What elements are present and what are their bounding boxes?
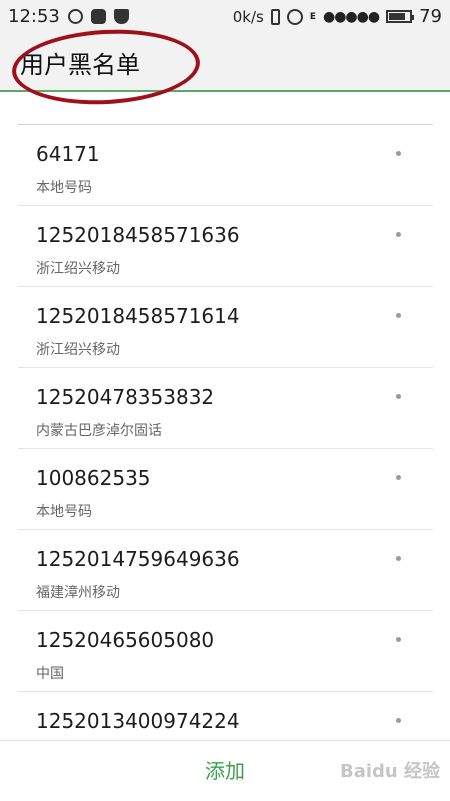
phone-number: 1252018458571636 [36,223,240,247]
q-icon [67,9,83,24]
signal-icon: ●●●●● [323,8,380,25]
phone-number: 1252018458571614 [36,304,240,328]
number-location: 浙江绍兴移动 [36,342,120,358]
data-rate: 0k/s [232,7,264,26]
phone-number: 1252013400974224 [36,709,240,733]
message-icon [90,9,106,24]
phone-number: 100862535 [36,466,151,490]
phone-number: 12520465605080 [36,628,215,652]
list-item[interactable]: 1252014759649636 福建漳州移动 [18,530,433,611]
status-bar: 12:53 0k/s E ●●●●● 79 [0,0,450,33]
watermark: Baidu 经验 [339,761,440,782]
more-dot-icon[interactable] [396,151,401,156]
more-dot-icon[interactable] [396,232,401,237]
bottom-bar: 添加 Baidu 经验 [0,740,450,801]
status-time: 12:53 [8,6,60,27]
more-dot-icon[interactable] [396,556,401,561]
number-location: 本地号码 [36,180,92,196]
list-item[interactable]: 12520465605080 中国 [18,611,433,692]
alarm-icon [286,8,303,25]
more-dot-icon[interactable] [396,718,401,723]
vibrate-icon [270,8,280,25]
network-type: E [309,11,316,22]
more-dot-icon[interactable] [396,475,401,480]
more-dot-icon[interactable] [396,637,401,642]
more-dot-icon[interactable] [396,313,401,318]
number-location: 本地号码 [36,504,92,520]
battery-percent: 79 [419,6,442,27]
list-item[interactable]: 12520478353832 内蒙古巴彦淖尔固话 [18,368,433,449]
number-location: 中国 [36,666,64,682]
phone-number: 12520478353832 [36,385,215,409]
shield-icon [113,9,129,24]
number-location: 内蒙古巴彦淖尔固话 [36,423,162,439]
list-item[interactable]: 1252018458571636 浙江绍兴移动 [18,206,433,287]
list-item[interactable]: 64171 本地号码 [18,125,433,206]
list-item[interactable]: 1252018458571614 浙江绍兴移动 [18,287,433,368]
more-dot-icon[interactable] [396,394,401,399]
battery-icon [386,10,415,23]
phone-number: 64171 [36,142,100,166]
number-location: 福建漳州移动 [36,585,120,601]
phone-number: 1252014759649636 [36,547,240,571]
list-item[interactable]: 100862535 本地号码 [18,449,433,530]
number-location: 浙江绍兴移动 [36,261,120,277]
blacklist-list: 64171 本地号码 1252018458571636 浙江绍兴移动 125201845… [18,124,433,773]
